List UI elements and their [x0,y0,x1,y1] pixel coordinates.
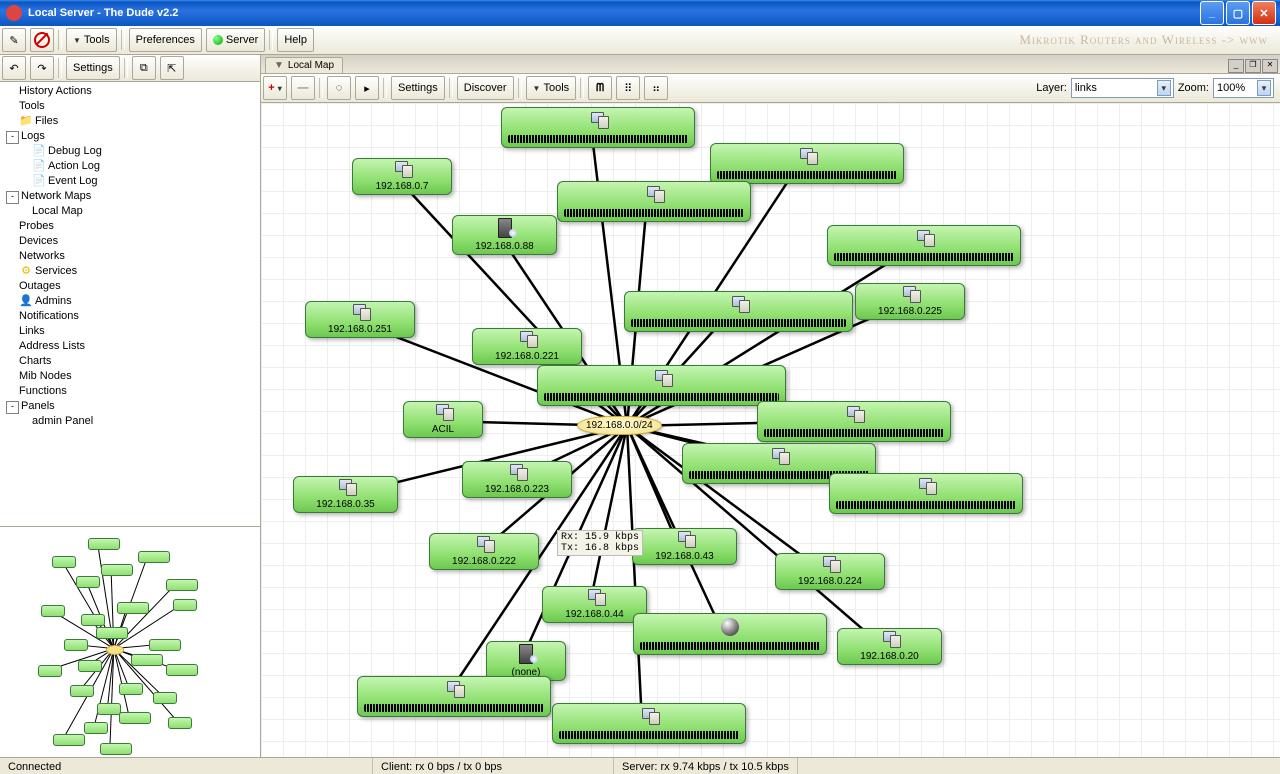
tree-item[interactable]: Mib Nodes [2,369,258,384]
network-node[interactable] [757,401,951,442]
overview-minimap[interactable] [0,527,260,757]
map-tools-menu[interactable]: ▼Tools [526,76,577,100]
network-node[interactable]: 192.168.0.88 [452,215,557,255]
tab-bar: ▼Local Map _ ❐ ✕ [261,55,1280,74]
tree-item[interactable]: Links [2,324,258,339]
layer-select[interactable]: links [1071,78,1174,98]
settings-button[interactable]: Settings [66,56,120,80]
find-icon[interactable]: ᗰ [588,76,612,100]
zoom-select[interactable]: 100% [1213,78,1274,98]
status-server: Server: rx 9.74 kbps / tx 10.5 kbps [614,758,798,774]
network-node[interactable]: (none) [486,641,566,681]
window-title: Local Server - The Dude v2.2 [28,7,178,19]
help-button[interactable]: Help [277,28,314,52]
network-node[interactable] [357,676,551,717]
wand-icon[interactable]: ✎ [2,28,26,52]
tree-item[interactable]: -Logs [2,129,258,144]
pointer-icon[interactable]: ▸ [355,76,379,100]
tree-item[interactable]: -Panels [2,399,258,414]
tree-item[interactable]: History Actions [2,84,258,99]
tree-item[interactable]: 📁Files [2,114,258,129]
tree-item[interactable]: 👤Admins [2,294,258,309]
preferences-button[interactable]: Preferences [129,28,202,52]
status-client: Client: rx 0 bps / tx 0 bps [373,758,614,774]
add-button[interactable]: +▾ [263,76,287,100]
network-node[interactable]: ACIL [403,401,483,438]
tree-item[interactable]: admin Panel [2,414,258,429]
disable-icon[interactable] [30,28,54,52]
network-node[interactable]: 192.168.0.222 [429,533,539,570]
layout2-icon[interactable]: ⠶ [644,76,668,100]
status-connected: Connected [0,758,373,774]
network-node[interactable] [827,225,1021,266]
navigation-tree[interactable]: History ActionsTools📁Files-Logs📄Debug Lo… [0,82,260,527]
tree-item[interactable]: Outages [2,279,258,294]
tree-item[interactable]: Address Lists [2,339,258,354]
close-button[interactable]: ✕ [1252,1,1276,25]
undo-button[interactable]: ↶ [2,56,26,80]
left-toolbar: ↶ ↷ Settings ⧉ ⇱ [0,55,260,82]
tree-item[interactable]: Devices [2,234,258,249]
import-button[interactable]: ⇱ [160,56,184,80]
network-node[interactable] [537,365,786,406]
tree-item[interactable]: ⚙Services [2,264,258,279]
network-node[interactable] [710,143,904,184]
mdi-min-icon[interactable]: _ [1228,59,1244,73]
network-node[interactable]: 192.168.0.223 [462,461,572,498]
layout1-icon[interactable]: ⠿ [616,76,640,100]
network-node[interactable]: 192.168.0.224 [775,553,885,590]
network-node[interactable] [633,613,827,655]
network-node[interactable] [552,703,746,744]
export-button[interactable]: ⧉ [132,56,156,80]
tree-item[interactable]: 📄Event Log [2,174,258,189]
mdi-close-icon[interactable]: ✕ [1262,59,1278,73]
right-pane: ▼Local Map _ ❐ ✕ +▾ — ◌ ▸ Settings Disco… [261,55,1280,757]
tree-item[interactable]: Charts [2,354,258,369]
tools-menu[interactable]: ▼Tools [66,28,117,52]
redo-button[interactable]: ↷ [30,56,54,80]
map-settings-button[interactable]: Settings [391,76,445,100]
tree-item[interactable]: 📄Debug Log [2,144,258,159]
tab-local-map[interactable]: ▼Local Map [265,57,343,73]
window-titlebar: Local Server - The Dude v2.2 _ ▢ ✕ [0,0,1280,26]
lasso-icon[interactable]: ◌ [327,76,351,100]
network-node[interactable]: 192.168.0.221 [472,328,582,365]
brand-text: Mikrotik Routers and Wireless -> www [1019,32,1278,48]
tree-item[interactable]: 📄Action Log [2,159,258,174]
tree-item[interactable]: -Network Maps [2,189,258,204]
remove-button[interactable]: — [291,76,315,100]
tree-item[interactable]: Functions [2,384,258,399]
minimize-button[interactable]: _ [1200,1,1224,25]
network-node[interactable]: 192.168.0.44 [542,586,647,623]
mdi-restore-icon[interactable]: ❐ [1245,59,1261,73]
network-hub[interactable]: 192.168.0.0/24 [577,416,662,435]
maximize-button[interactable]: ▢ [1226,1,1250,25]
network-node[interactable]: 192.168.0.20 [837,628,942,665]
layer-label: Layer: [1036,82,1067,94]
network-node[interactable] [557,181,751,222]
network-map-canvas[interactable]: 192.168.0.7192.168.0.88 192.168.0.225 192.… [261,103,1280,757]
network-node[interactable] [829,473,1023,514]
tree-item[interactable]: Tools [2,99,258,114]
zoom-label: Zoom: [1178,82,1209,94]
main-toolbar: ✎ ▼Tools Preferences Server Help Mikroti… [0,26,1280,55]
status-bar: Connected Client: rx 0 bps / tx 0 bps Se… [0,757,1280,774]
server-button[interactable]: Server [206,28,265,52]
app-icon [6,5,22,21]
map-toolbar: +▾ — ◌ ▸ Settings Discover ▼Tools ᗰ ⠿ ⠶ … [261,74,1280,103]
tree-item[interactable]: Local Map [2,204,258,219]
left-pane: ↶ ↷ Settings ⧉ ⇱ History ActionsTools📁Fi… [0,55,261,757]
network-node[interactable]: 192.168.0.251 [305,301,415,338]
link-tooltip: Rx: 15.9 kbps Tx: 16.8 kbps [557,530,643,556]
tree-item[interactable]: Probes [2,219,258,234]
network-node[interactable]: 192.168.0.7 [352,158,452,195]
network-node[interactable]: 192.168.0.35 [293,476,398,513]
network-node[interactable] [624,291,853,332]
discover-button[interactable]: Discover [457,76,514,100]
network-node[interactable]: 192.168.0.225 [855,283,965,320]
network-node[interactable]: 192.168.0.43 [632,528,737,565]
network-node[interactable] [501,107,695,148]
tree-item[interactable]: Networks [2,249,258,264]
tree-item[interactable]: Notifications [2,309,258,324]
